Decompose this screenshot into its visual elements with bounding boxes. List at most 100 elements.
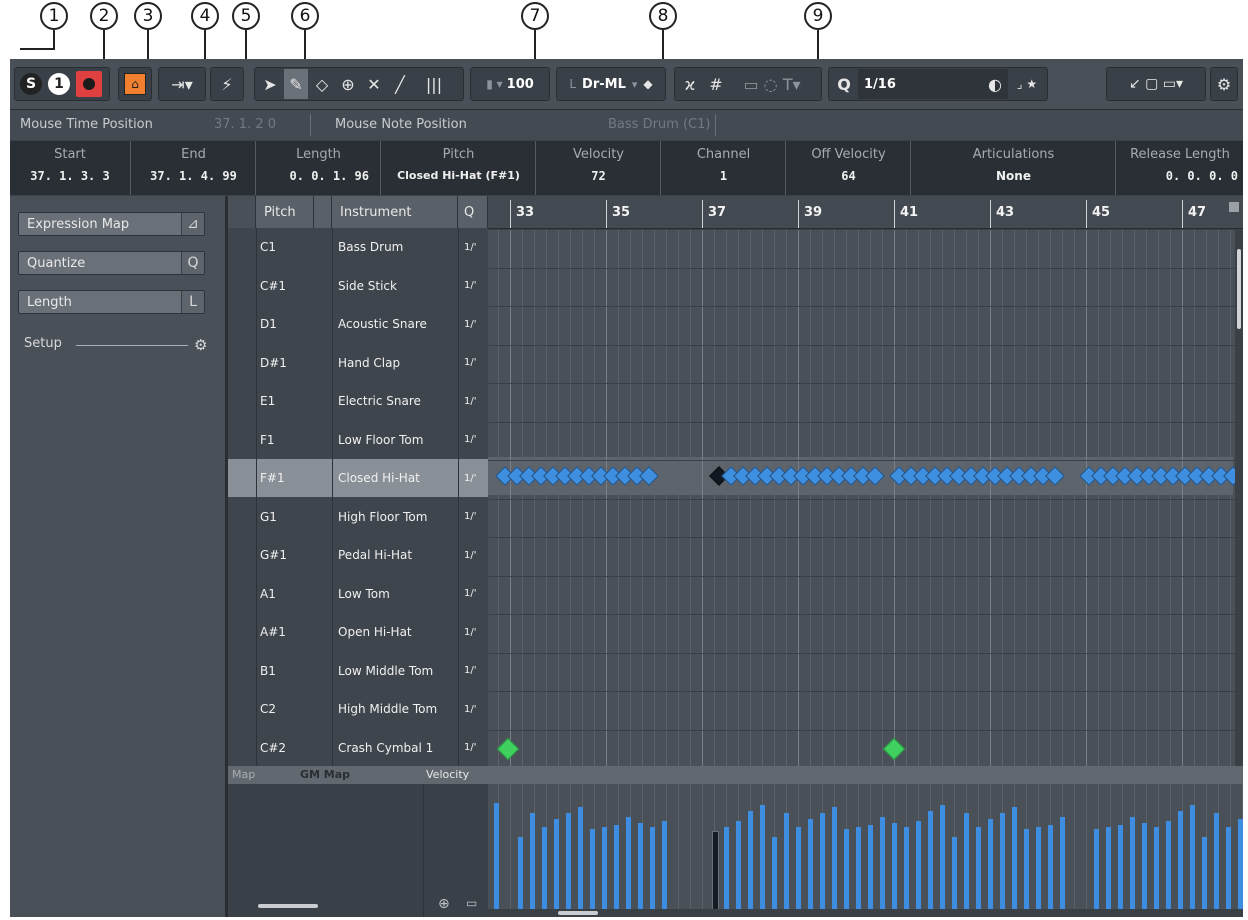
velocity-bar[interactable] <box>964 813 969 911</box>
grid-button[interactable]: # <box>704 69 728 99</box>
velocity-bar[interactable] <box>614 825 619 911</box>
velocity-bar-selected[interactable] <box>712 831 719 911</box>
acoustic-feedback-button[interactable]: ⚡ <box>214 69 240 99</box>
erase-tool[interactable]: ◇ <box>310 69 334 99</box>
velocity-bar[interactable] <box>1094 829 1099 911</box>
velocity-bar[interactable] <box>736 821 741 911</box>
velocity-bar[interactable] <box>1012 807 1017 911</box>
velocity-bar[interactable] <box>1202 837 1207 911</box>
lane-presets-icon[interactable]: ▭ <box>466 896 477 910</box>
velocity-bar[interactable] <box>832 807 837 911</box>
setup-gear-icon[interactable]: ⚙ <box>194 336 207 354</box>
velocity-bar[interactable] <box>530 813 535 911</box>
velocity-bar[interactable] <box>784 813 789 911</box>
velocity-bar[interactable] <box>554 819 559 911</box>
velocity-bar[interactable] <box>1024 829 1029 911</box>
velocity-bar[interactable] <box>1130 817 1135 911</box>
velocity-bar[interactable] <box>1226 827 1231 911</box>
velocity-bar[interactable] <box>518 837 523 911</box>
velocity-bar[interactable] <box>1166 821 1171 911</box>
velocity-bar[interactable] <box>772 837 777 911</box>
insert-velocity-field[interactable]: ▮ ▾ 100 <box>474 69 546 99</box>
velocity-bar[interactable] <box>1154 827 1159 911</box>
velocity-bar[interactable] <box>808 819 813 911</box>
settings-button[interactable]: ⚙ <box>1212 69 1236 99</box>
list-item[interactable]: C#2 Crash Cymbal 1 1/' <box>228 729 488 767</box>
info-end[interactable]: End 37. 1. 4. 99 <box>130 141 256 195</box>
velocity-bar[interactable] <box>892 823 897 911</box>
velocity-bar[interactable] <box>1106 827 1111 911</box>
velocity-bar[interactable] <box>760 805 765 911</box>
velocity-bar[interactable] <box>1060 817 1065 911</box>
set-up-window-button[interactable]: ↙ ▢ ▭▾ <box>1110 69 1202 99</box>
velocity-bar[interactable] <box>662 821 667 911</box>
list-item[interactable]: A1 Low Tom 1/' <box>228 575 488 613</box>
velocity-bar[interactable] <box>590 829 595 911</box>
ruler[interactable]: 33 35 37 39 41 43 45 47 <box>488 196 1243 229</box>
velocity-bar[interactable] <box>1214 813 1219 911</box>
velocity-bar[interactable] <box>542 827 547 911</box>
velocity-bar[interactable] <box>1142 823 1147 911</box>
velocity-bar[interactable] <box>928 811 933 911</box>
velocity-bar[interactable] <box>566 813 571 911</box>
expression-map-section[interactable]: Expression Map ⊿ <box>18 212 205 236</box>
info-velocity[interactable]: Velocity 72 <box>535 141 661 195</box>
snap-mode-button[interactable]: ▭ ◌ T▾ <box>730 69 814 99</box>
insert-length-field[interactable]: L Dr-ML ▾ ◆ <box>560 69 662 99</box>
velocity-bar[interactable] <box>1036 827 1041 911</box>
autoscroll-button[interactable]: ⌂ <box>122 69 148 99</box>
column-header-instrument[interactable]: Instrument <box>332 196 458 228</box>
velocity-bar[interactable] <box>494 803 499 911</box>
info-channel[interactable]: Channel 1 <box>660 141 786 195</box>
locator-button[interactable]: ⇥▾ <box>160 69 204 99</box>
horizontal-scrollbar[interactable] <box>488 909 1243 917</box>
add-lane-icon[interactable]: ⊕ <box>438 896 450 912</box>
velocity-bar[interactable] <box>856 827 861 911</box>
column-header-pitch[interactable]: Pitch <box>256 196 314 228</box>
velocity-bar[interactable] <box>820 813 825 911</box>
velocity-bar[interactable] <box>626 817 631 911</box>
info-length[interactable]: Length 0. 0. 1. 96 <box>255 141 381 195</box>
velocity-bar[interactable] <box>904 827 909 911</box>
ruler-menu-icon[interactable] <box>1229 202 1239 212</box>
listen-button[interactable]: 1 <box>46 69 72 99</box>
info-articulations[interactable]: Articulations None <box>910 141 1116 195</box>
velocity-bar[interactable] <box>796 827 801 911</box>
length-section[interactable]: Length L <box>18 290 205 314</box>
velocity-bar[interactable] <box>724 827 729 911</box>
velocity-bar[interactable] <box>916 821 921 911</box>
quantize-settings-button[interactable]: ⌟ ★ <box>1010 69 1044 99</box>
list-item[interactable]: C#1 Side Stick 1/' <box>228 267 488 305</box>
velocity-bar[interactable] <box>1118 825 1123 911</box>
vertical-scroll-thumb[interactable] <box>1237 249 1241 329</box>
velocity-bar[interactable] <box>868 825 873 911</box>
velocity-bar[interactable] <box>1178 811 1183 911</box>
split-tool[interactable]: ||| <box>414 69 454 99</box>
velocity-bar[interactable] <box>880 817 885 911</box>
note-event[interactable] <box>496 737 520 760</box>
velocity-bar[interactable] <box>1048 825 1053 911</box>
line-tool[interactable]: ╱ <box>388 69 412 99</box>
zoom-tool[interactable]: ⊕ <box>336 69 360 99</box>
velocity-bar[interactable] <box>638 823 643 911</box>
list-item[interactable]: A#1 Open Hi-Hat 1/' <box>228 613 488 651</box>
list-item[interactable]: E1 Electric Snare 1/' <box>228 382 488 420</box>
velocity-lane[interactable] <box>488 784 1243 917</box>
object-select-tool[interactable]: ➤ <box>258 69 282 99</box>
horizontal-scroll-thumb[interactable] <box>558 911 598 915</box>
info-off-velocity[interactable]: Off Velocity 64 <box>785 141 911 195</box>
vertical-scrollbar[interactable] <box>1235 229 1243 766</box>
quantize-section[interactable]: Quantize Q <box>18 251 205 275</box>
list-item[interactable]: C2 High Middle Tom 1/' <box>228 690 488 728</box>
list-item[interactable]: C1 Bass Drum 1/' <box>228 228 488 266</box>
snap-button[interactable]: ϰ <box>678 69 702 99</box>
list-item[interactable]: D#1 Hand Clap 1/' <box>228 344 488 382</box>
event-display[interactable] <box>488 229 1243 766</box>
velocity-bar[interactable] <box>988 819 993 911</box>
quantize-button[interactable]: Q <box>832 69 856 99</box>
info-start[interactable]: Start 37. 1. 3. 3 <box>10 141 130 195</box>
velocity-bar[interactable] <box>952 837 957 911</box>
velocity-bar[interactable] <box>650 827 655 911</box>
velocity-bar[interactable] <box>578 807 583 911</box>
note-event[interactable] <box>882 737 906 760</box>
